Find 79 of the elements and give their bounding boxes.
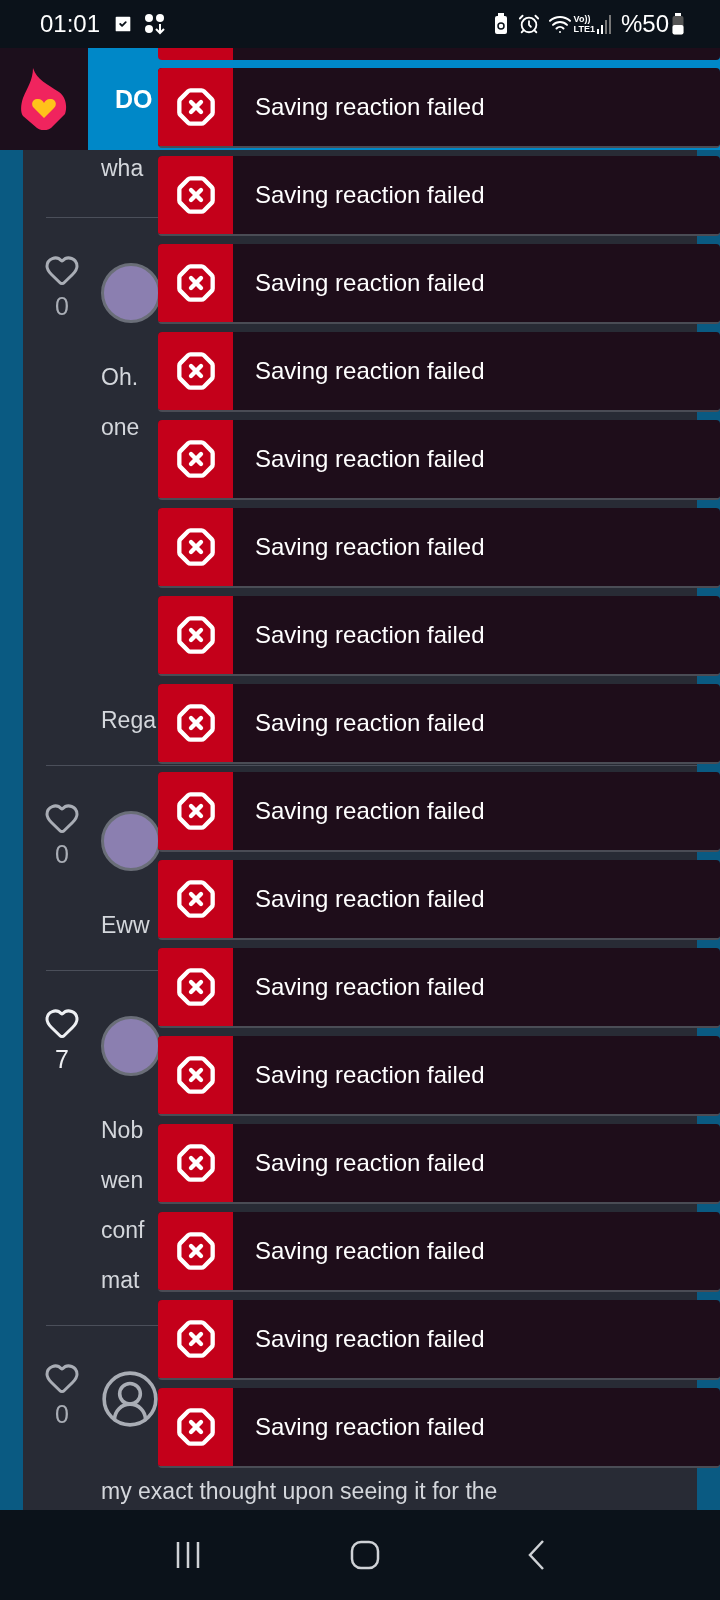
comment-text: Eww xyxy=(101,911,150,940)
error-toast[interactable]: Saving reaction failed xyxy=(158,68,720,148)
toast-message: Saving reaction failed xyxy=(255,533,485,561)
comment-text: wha xyxy=(101,154,144,183)
error-toast[interactable]: Saving reaction failed xyxy=(158,596,720,676)
error-icon xyxy=(175,1055,216,1095)
error-icon xyxy=(175,1231,216,1271)
toast-message: Saving reaction failed xyxy=(255,1237,485,1265)
error-toast[interactable]: Saving reaction failed xyxy=(158,244,720,324)
error-icon xyxy=(175,351,216,391)
battery-level: %50 xyxy=(620,10,669,38)
error-toast[interactable]: Saving reaction failed xyxy=(158,1036,720,1116)
avatar[interactable] xyxy=(101,811,161,871)
error-icon xyxy=(175,703,216,743)
like-count: 0 xyxy=(55,292,69,321)
user-icon[interactable] xyxy=(99,1368,161,1430)
error-toast[interactable]: Saving reaction failed xyxy=(158,156,720,236)
comment-text: wen xyxy=(101,1166,144,1195)
error-icon xyxy=(175,263,216,303)
toast-message: Saving reaction failed xyxy=(255,1413,485,1441)
error-toast[interactable]: Saving reaction failed xyxy=(158,860,720,940)
comment-text: Nob xyxy=(101,1116,144,1145)
error-icon xyxy=(175,87,216,127)
toast-message: Saving reaction failed xyxy=(255,709,485,737)
back-icon[interactable] xyxy=(526,1539,547,1571)
clock-time: 01:01 xyxy=(40,10,101,38)
signal-icon xyxy=(596,14,613,34)
error-toast[interactable]: Saving reaction failed xyxy=(158,1212,720,1292)
comment-text: my exact thought upon seeing it for the xyxy=(101,1477,498,1506)
toast-message: Saving reaction failed xyxy=(255,1325,485,1353)
error-toast[interactable]: Saving reaction failed xyxy=(158,420,720,500)
like-count: 0 xyxy=(55,1400,69,1429)
error-icon xyxy=(175,1319,216,1359)
toast-message: Saving reaction failed xyxy=(255,973,485,1001)
error-toast[interactable]: Saving reaction failed xyxy=(158,332,720,412)
error-icon xyxy=(175,615,216,655)
alarm-icon xyxy=(517,13,540,35)
toast-message: Saving reaction failed xyxy=(255,1061,485,1089)
toast-message: Saving reaction failed xyxy=(255,445,485,473)
comment-text: Oh. xyxy=(101,363,139,392)
error-toast[interactable]: Saving reaction failed xyxy=(158,684,720,764)
toast-message: Saving reaction failed xyxy=(255,885,485,913)
like-count: 7 xyxy=(55,1045,69,1074)
comment-text: mat xyxy=(101,1266,140,1295)
error-icon xyxy=(175,967,216,1007)
toast-message: Saving reaction failed xyxy=(255,1149,485,1177)
error-icon xyxy=(175,527,216,567)
volte-label: Vo)) xyxy=(573,14,592,24)
like-count: 0 xyxy=(55,840,69,869)
toast-message: Saving reaction failed xyxy=(255,269,485,297)
error-toast[interactable]: Saving reaction failed xyxy=(158,772,720,852)
error-icon xyxy=(175,1143,216,1183)
page-title: DO xyxy=(115,84,153,114)
comment-text: Rega xyxy=(101,706,156,735)
error-icon xyxy=(175,175,216,215)
error-icon xyxy=(175,1407,216,1447)
toast-message: Saving reaction failed xyxy=(255,357,485,385)
avatar[interactable] xyxy=(101,1016,161,1076)
error-icon xyxy=(175,439,216,479)
network-label: LTE1 xyxy=(573,24,595,34)
error-icon xyxy=(175,791,216,831)
error-toast[interactable]: Saving reaction failed xyxy=(158,1124,720,1204)
toast-message: Saving reaction failed xyxy=(255,621,485,649)
battery-icon xyxy=(672,13,684,35)
error-toast[interactable]: Saving reaction failed xyxy=(158,1300,720,1380)
error-icon xyxy=(175,879,216,919)
error-toast[interactable]: Saving reaction failed xyxy=(158,508,720,588)
toast-message: Saving reaction failed xyxy=(255,181,485,209)
battery-saver-icon xyxy=(493,13,508,35)
toast-message: Saving reaction failed xyxy=(255,797,485,825)
error-toast[interactable]: Saving reaction failed xyxy=(158,1388,720,1468)
avatar[interactable] xyxy=(101,263,161,323)
comment-text: conf xyxy=(101,1216,145,1245)
download-icon xyxy=(144,13,167,35)
comment-text: one xyxy=(101,413,140,442)
error-toast[interactable]: Saving reaction failed xyxy=(158,948,720,1028)
toast-message: Saving reaction failed xyxy=(255,93,485,121)
flame-heart-logo xyxy=(21,68,67,130)
home-icon[interactable] xyxy=(350,1540,380,1570)
